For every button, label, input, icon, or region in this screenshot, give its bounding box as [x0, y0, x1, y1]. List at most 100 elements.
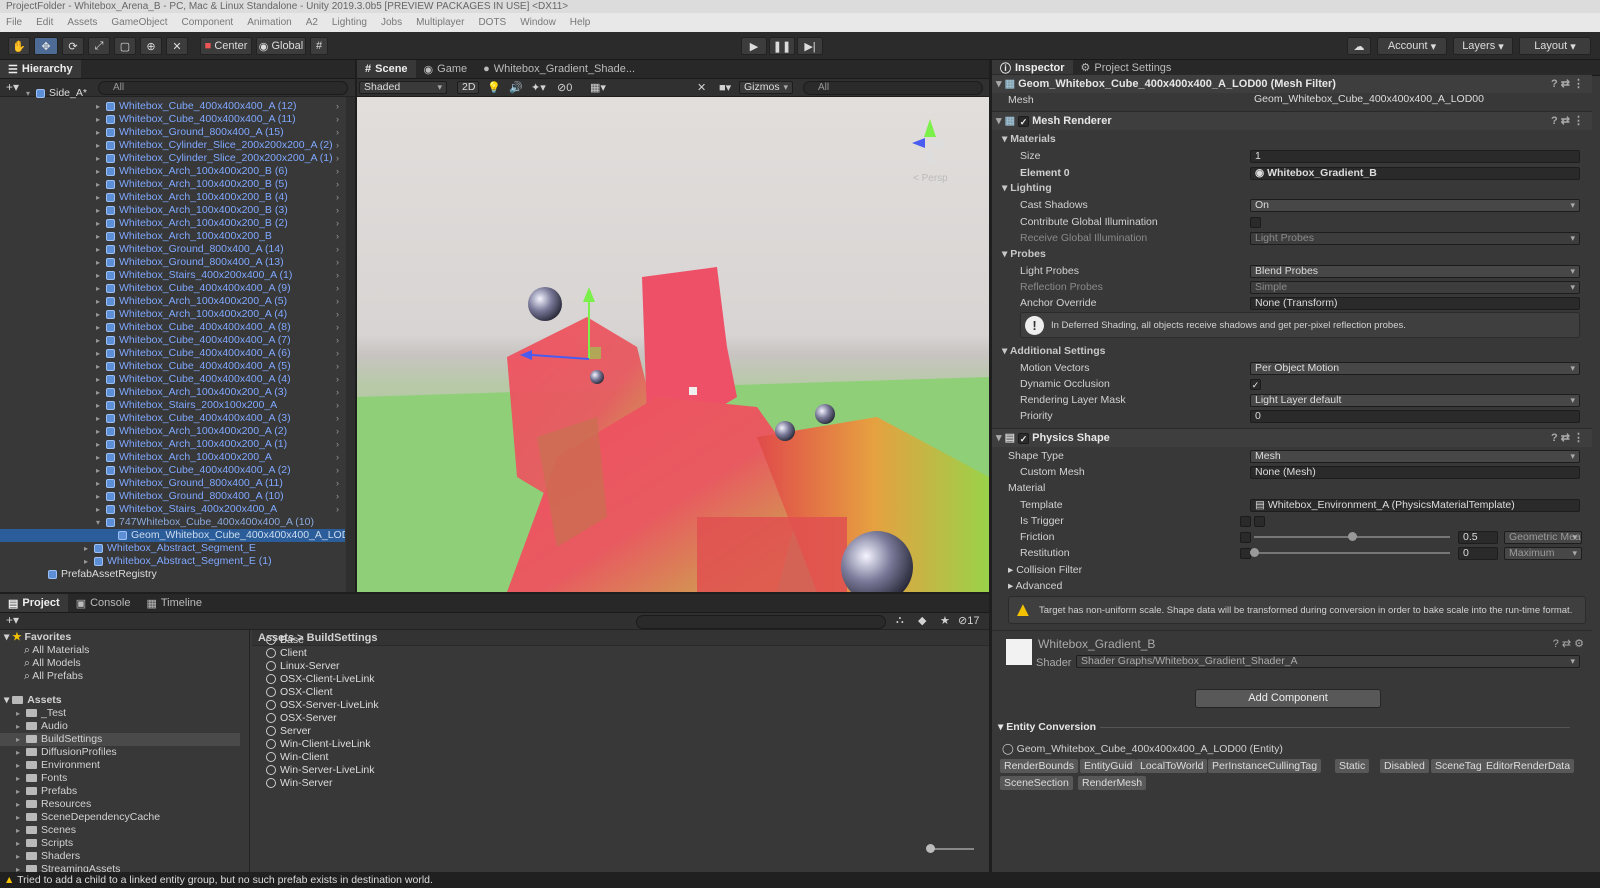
expand-arrow-icon[interactable]: ▸: [96, 373, 106, 386]
mesh-field[interactable]: Geom_Whitebox_Cube_400x400x400_A_LOD00: [1250, 94, 1572, 107]
lighting-icon[interactable]: 💡: [487, 81, 501, 94]
assets-root[interactable]: ▾ Assets: [4, 694, 62, 707]
rect-tool-icon[interactable]: ▢: [114, 37, 136, 55]
hierarchy-item[interactable]: ▸ Whitebox_Ground_800x400_A (15) ›: [0, 126, 345, 139]
expand-arrow-icon[interactable]: ▸: [96, 451, 106, 464]
hierarchy-item[interactable]: ▸ Whitebox_Cube_400x400x400_A (2) ›: [0, 464, 345, 477]
asset-item[interactable]: OSX-Client-LiveLink: [266, 673, 375, 686]
shading-mode-dropdown[interactable]: Shaded: [359, 81, 447, 94]
restitution-slider-track[interactable]: [1254, 552, 1450, 554]
asset-item[interactable]: Win-Client: [266, 751, 328, 764]
expand-arrow-icon[interactable]: ▸: [96, 399, 106, 412]
open-prefab-arrow-icon[interactable]: ›: [336, 230, 339, 243]
tab-console[interactable]: ▣ Console: [68, 594, 139, 612]
hierarchy-item[interactable]: ▸ Whitebox_Cube_400x400x400_A (9) ›: [0, 282, 345, 295]
entity-row[interactable]: ◯ Geom_Whitebox_Cube_400x400x400_A_LOD00…: [1002, 741, 1283, 757]
filter-by-label-icon[interactable]: ◆: [918, 614, 926, 627]
entity-component-tag[interactable]: PerInstanceCullingTag: [1208, 759, 1322, 773]
open-prefab-arrow-icon[interactable]: ›: [336, 139, 339, 152]
rotate-tool-icon[interactable]: ⟳: [62, 37, 84, 55]
menu-item-window[interactable]: Window: [520, 17, 556, 28]
folder-item[interactable]: ▸ Resources: [0, 798, 240, 811]
menu-item-dots[interactable]: DOTS: [478, 17, 506, 28]
camera-icon[interactable]: ■▾: [719, 81, 731, 94]
folder-item[interactable]: ▸ Shaders: [0, 850, 240, 863]
open-prefab-arrow-icon[interactable]: ›: [336, 412, 339, 425]
audio-icon[interactable]: 🔊: [509, 81, 523, 94]
step-button[interactable]: ▶|: [797, 37, 823, 55]
open-prefab-arrow-icon[interactable]: ›: [336, 490, 339, 503]
open-prefab-arrow-icon[interactable]: ›: [336, 464, 339, 477]
expand-arrow-icon[interactable]: ▸: [96, 204, 106, 217]
open-prefab-arrow-icon[interactable]: ›: [336, 100, 339, 113]
open-prefab-arrow-icon[interactable]: ›: [336, 191, 339, 204]
physics-shape-header[interactable]: ▾ ▤ ✓ Physics Shape ? ⇄ ⋮: [992, 428, 1592, 447]
open-prefab-arrow-icon[interactable]: ›: [336, 347, 339, 360]
menu-item-animation[interactable]: Animation: [247, 17, 291, 28]
open-prefab-arrow-icon[interactable]: ›: [336, 295, 339, 308]
filter-by-type-icon[interactable]: ⛬: [896, 614, 904, 627]
tools-icon[interactable]: ✕: [697, 81, 706, 94]
expand-arrow-icon[interactable]: ▸: [96, 334, 106, 347]
menu-item-component[interactable]: Component: [182, 17, 234, 28]
dynamic-occlusion-checkbox[interactable]: ✓: [1250, 379, 1261, 390]
folder-item[interactable]: ▸ Scripts: [0, 837, 240, 850]
entity-component-tag[interactable]: SceneTag: [1431, 759, 1486, 773]
entity-component-tag[interactable]: SceneSection: [1000, 776, 1073, 790]
expand-arrow-icon[interactable]: ▸: [96, 139, 106, 152]
pause-button[interactable]: ❚❚: [769, 37, 795, 55]
restitution-combine-dropdown[interactable]: Maximum: [1504, 547, 1582, 560]
probes-header[interactable]: ▾ Probes: [1002, 246, 1046, 262]
expand-arrow-icon[interactable]: ▸: [96, 464, 106, 477]
expand-arrow-icon[interactable]: ▸: [96, 100, 106, 113]
folder-item[interactable]: ▸ Environment: [0, 759, 240, 772]
expand-arrow-icon[interactable]: ▸: [96, 152, 106, 165]
hierarchy-item[interactable]: ▸ Whitebox_Arch_100x400x200_B (4) ›: [0, 191, 345, 204]
friction-slider-thumb[interactable]: [1348, 532, 1357, 541]
component-menu-icon[interactable]: ? ⇄ ⋮: [1551, 429, 1584, 448]
entity-component-tag[interactable]: LocalToWorld: [1136, 759, 1208, 773]
asset-item[interactable]: Win-Client-LiveLink: [266, 738, 370, 751]
mesh-renderer-header[interactable]: ▾ ▦ ✓ Mesh Renderer ? ⇄ ⋮: [992, 111, 1592, 130]
asset-item[interactable]: OSX-Client: [266, 686, 333, 699]
contrib-gi-checkbox[interactable]: [1250, 217, 1261, 228]
asset-item[interactable]: OSX-Server-LiveLink: [266, 699, 379, 712]
hierarchy-item[interactable]: ▸ Whitebox_Cube_400x400x400_A (7) ›: [0, 334, 345, 347]
entity-component-tag[interactable]: Disabled: [1380, 759, 1429, 773]
cast-shadows-dropdown[interactable]: On: [1250, 199, 1580, 212]
expand-arrow-icon[interactable]: ▸: [96, 256, 106, 269]
expand-arrow-icon[interactable]: ▸: [96, 503, 106, 516]
template-field[interactable]: ▤ Whitebox_Environment_A (PhysicsMateria…: [1250, 499, 1580, 512]
move-gizmo-plane[interactable]: [589, 347, 601, 359]
tab-game[interactable]: ◉ Game: [416, 60, 476, 78]
tab-timeline[interactable]: ▦ Timeline: [138, 594, 210, 612]
favorite-item[interactable]: ⌕ All Prefabs: [24, 670, 83, 683]
folder-item[interactable]: ▸ _Test: [0, 707, 240, 720]
hierarchy-item-parent[interactable]: ▾ 747Whitebox_Cube_400x400x400_A (10): [0, 516, 345, 529]
expand-arrow-icon[interactable]: ▸: [96, 269, 106, 282]
material-menu-icon[interactable]: ? ⇄ ⚙: [1553, 637, 1584, 650]
expand-arrow-icon[interactable]: ▸: [96, 477, 106, 490]
reflection-probes-dropdown[interactable]: Simple: [1250, 281, 1580, 294]
open-prefab-arrow-icon[interactable]: ›: [336, 217, 339, 230]
cloud-icon[interactable]: ☁: [1347, 37, 1371, 55]
open-prefab-arrow-icon[interactable]: ›: [336, 178, 339, 191]
asset-item[interactable]: Win-Server: [266, 777, 333, 790]
favorite-star-icon[interactable]: ★: [940, 614, 950, 627]
hand-tool-icon[interactable]: ✋: [8, 37, 30, 55]
menu-item-assets[interactable]: Assets: [67, 17, 97, 28]
scene-search-input[interactable]: All: [803, 81, 983, 95]
priority-field[interactable]: 0: [1250, 410, 1580, 423]
expand-arrow-icon[interactable]: ▸: [96, 113, 106, 126]
open-prefab-arrow-icon[interactable]: ›: [336, 152, 339, 165]
asset-item[interactable]: Win-Server-LiveLink: [266, 764, 375, 777]
entity-component-tag[interactable]: Static: [1335, 759, 1370, 773]
project-search-input[interactable]: [636, 615, 886, 629]
hierarchy-item[interactable]: ▸ Whitebox_Arch_100x400x200_A ›: [0, 451, 345, 464]
expand-arrow-icon[interactable]: ▸: [96, 126, 106, 139]
hierarchy-item[interactable]: ▸ Whitebox_Cube_400x400x400_A (4) ›: [0, 373, 345, 386]
expand-arrow-icon[interactable]: ▸: [96, 321, 106, 334]
hierarchy-item[interactable]: ▸ Whitebox_Stairs_400x200x400_A ›: [0, 503, 345, 516]
open-prefab-arrow-icon[interactable]: ›: [336, 204, 339, 217]
collision-filter-foldout[interactable]: ▸ Collision Filter: [1008, 562, 1082, 578]
